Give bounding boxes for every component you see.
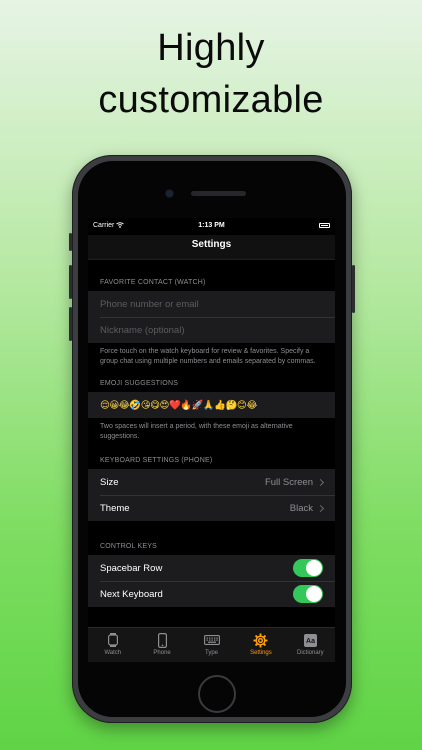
watch-icon bbox=[107, 632, 118, 648]
camera-icon bbox=[166, 190, 173, 197]
section-header-keyboard-settings: KEYBOARD SETTINGS (PHONE) bbox=[100, 457, 213, 464]
theme-value-text: Black bbox=[289, 502, 313, 514]
spacebar-row-toggle[interactable] bbox=[293, 559, 323, 577]
size-value: Full Screen bbox=[264, 476, 325, 488]
tab-watch[interactable]: Watch bbox=[88, 628, 137, 662]
next-keyboard-toggle[interactable] bbox=[293, 585, 323, 603]
tab-type[interactable]: Type bbox=[187, 628, 236, 662]
speaker-grille bbox=[191, 191, 246, 196]
chevron-right-icon bbox=[316, 478, 325, 486]
volume-down-button bbox=[69, 307, 72, 341]
status-bar: Carrier 1:13 PM bbox=[88, 218, 335, 235]
section-header-favorite-contact: FAVORITE CONTACT (WATCH) bbox=[100, 279, 206, 286]
power-button bbox=[352, 265, 355, 313]
nickname-placeholder: Nickname (optional) bbox=[100, 324, 185, 336]
headline: Highly customizable bbox=[0, 22, 422, 126]
next-keyboard-row: Next Keyboard bbox=[88, 581, 335, 607]
tab-bar: Watch Phone Type Settings Aa Dictionary bbox=[88, 627, 335, 662]
phone-screen: Carrier 1:13 PM Settings FAVORITE CONTAC… bbox=[88, 218, 335, 662]
nav-bar: Settings bbox=[88, 235, 335, 260]
tab-settings[interactable]: Settings bbox=[236, 628, 285, 662]
tab-label: Watch bbox=[104, 650, 122, 656]
spacebar-row: Spacebar Row bbox=[88, 555, 335, 581]
phone-number-field[interactable]: Phone number or email bbox=[88, 291, 335, 317]
size-row[interactable]: Size Full Screen bbox=[88, 469, 335, 495]
svg-text:Aa: Aa bbox=[306, 638, 315, 645]
page-title: Settings bbox=[191, 239, 232, 250]
toggle-knob bbox=[306, 586, 322, 602]
phone-number-placeholder: Phone number or email bbox=[100, 298, 199, 310]
tab-phone[interactable]: Phone bbox=[137, 628, 186, 662]
next-keyboard-label: Next Keyboard bbox=[100, 588, 163, 600]
theme-row[interactable]: Theme Black bbox=[88, 495, 335, 521]
battery-icon bbox=[319, 223, 330, 228]
size-value-text: Full Screen bbox=[264, 476, 313, 488]
tab-dictionary[interactable]: Aa Dictionary bbox=[286, 628, 335, 662]
theme-label: Theme bbox=[100, 502, 130, 514]
spacebar-row-label: Spacebar Row bbox=[100, 562, 163, 574]
theme-value: Black bbox=[289, 502, 325, 514]
dictionary-icon: Aa bbox=[303, 632, 317, 648]
section-header-control-keys: CONTROL KEYS bbox=[100, 543, 157, 550]
status-time: 1:13 PM bbox=[198, 222, 225, 229]
emoji-suggestions-field[interactable]: 😌😀😂🤣😘😋😍❤️🔥🚀🙏👍🤔😊😂 bbox=[88, 392, 335, 418]
tab-label: Type bbox=[205, 650, 219, 656]
favorite-contact-note: Force touch on the watch keyboard for re… bbox=[100, 348, 316, 365]
section-header-emoji-suggestions: EMOJI SUGGESTIONS bbox=[100, 380, 179, 387]
phone-icon bbox=[157, 632, 167, 648]
emoji-suggestions-note: Two spaces will insert a period, with th… bbox=[100, 423, 293, 440]
headline-line-2: customizable bbox=[98, 79, 324, 121]
tab-label: Settings bbox=[250, 650, 272, 656]
size-label: Size bbox=[100, 476, 119, 488]
mute-switch bbox=[69, 233, 72, 251]
volume-up-button bbox=[69, 265, 72, 299]
tab-label: Dictionary bbox=[296, 650, 324, 656]
home-button[interactable] bbox=[198, 675, 236, 713]
headline-line-1: Highly bbox=[157, 27, 265, 69]
chevron-right-icon bbox=[316, 504, 325, 512]
toggle-knob bbox=[306, 560, 322, 576]
nickname-field[interactable]: Nickname (optional) bbox=[88, 317, 335, 343]
gear-icon bbox=[253, 632, 268, 648]
keyboard-icon bbox=[203, 632, 220, 648]
tab-label: Phone bbox=[153, 650, 171, 656]
